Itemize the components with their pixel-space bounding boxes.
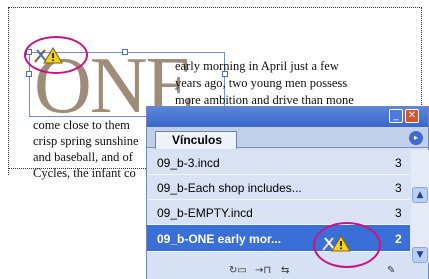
minimize-button[interactable]: _: [389, 109, 403, 123]
scroll-down-button[interactable]: ▼: [412, 247, 428, 263]
frame-handle-middle-left[interactable]: [26, 71, 32, 77]
story-line: and baseball, and of: [33, 150, 133, 164]
list-item[interactable]: 09_b-EMPTY.incd 3: [147, 200, 410, 225]
panel-titlebar[interactable]: _ ✕: [147, 107, 428, 127]
relink-icon[interactable]: ↻▭: [229, 263, 247, 279]
link-page: 3: [395, 206, 402, 220]
edit-original-icon[interactable]: ✎: [387, 263, 395, 279]
story-line: years ago, two young men possess: [175, 76, 348, 90]
go-to-link-icon[interactable]: →⊓: [255, 263, 271, 279]
link-name: 09_b-ONE early mor...: [157, 232, 282, 246]
highlight-ring: [24, 36, 88, 74]
close-button[interactable]: ✕: [405, 109, 419, 123]
list-item[interactable]: 09_b-3.incd 3: [147, 150, 410, 175]
scroll-up-button[interactable]: ▲: [412, 187, 428, 203]
link-page: 3: [395, 181, 402, 195]
panel-bottom-bar: ↻▭ →⊓ ⇆ ✎: [147, 263, 428, 279]
highlight-ring: [313, 222, 381, 268]
update-link-icon[interactable]: ⇆: [281, 263, 289, 279]
link-name: 09_b-Each shop includes...: [157, 181, 302, 195]
tab-links[interactable]: Vínculos: [155, 131, 237, 149]
link-page: 3: [395, 156, 402, 170]
panel-menu-icon[interactable]: ▸: [409, 131, 423, 145]
frame-handle-top-center[interactable]: [122, 49, 128, 55]
list-item[interactable]: 09_b-Each shop includes... 3: [147, 175, 410, 200]
story-line: Cycles, the infant co: [33, 166, 136, 180]
panel-tabstrip: Vínculos: [147, 127, 428, 149]
story-line: early morning in April just a few: [175, 59, 339, 73]
scrollbar[interactable]: ▲ ▼: [411, 150, 429, 263]
link-page: 2: [395, 232, 402, 246]
story-line: come close to them: [33, 118, 130, 132]
links-panel: _ ✕ Vínculos ▸ 09_b-3.incd 3 09_b-Each s…: [146, 106, 429, 279]
link-name: 09_b-EMPTY.incd: [157, 206, 253, 220]
link-name: 09_b-3.incd: [157, 156, 220, 170]
story-line: crisp spring sunshine: [33, 134, 139, 148]
